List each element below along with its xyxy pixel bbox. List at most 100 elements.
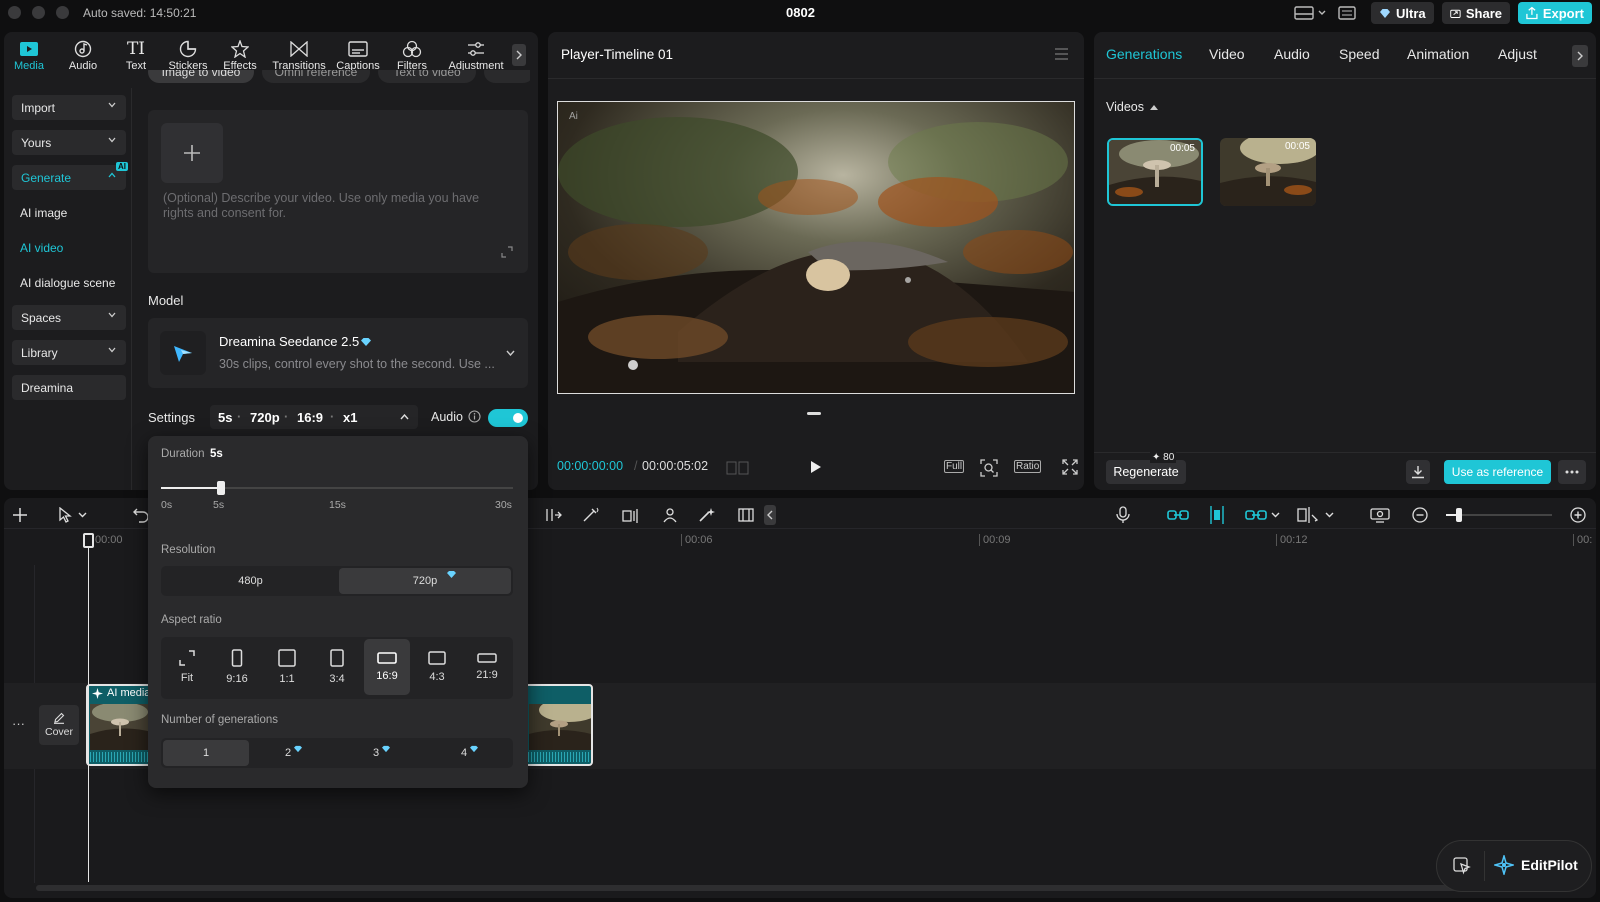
thumbnail-mode-icon[interactable] [1370, 507, 1390, 523]
ai-enhance-icon[interactable] [698, 507, 716, 523]
pointer-select-icon[interactable] [1453, 857, 1471, 875]
linkage-icon[interactable] [1245, 505, 1281, 525]
toolbar-audio[interactable]: Audio [57, 38, 109, 76]
tab-more[interactable] [484, 70, 530, 83]
video-preview[interactable]: Ai [557, 101, 1075, 394]
generation-thumb-1[interactable]: 00:05 [1107, 138, 1203, 206]
toolbar-scroll-right[interactable] [512, 44, 526, 66]
settings-summary[interactable]: 5s · 720p · 16:9 · x1 [210, 405, 418, 429]
aspect-3-4[interactable]: 3:4 [314, 639, 360, 695]
preview-axis-icon[interactable] [1297, 505, 1335, 525]
magnet-snap-icon[interactable] [1206, 505, 1228, 525]
sidebar-yours[interactable]: Yours [12, 130, 126, 155]
timeline-scrollbar[interactable] [36, 885, 1546, 891]
add-track-icon[interactable] [12, 507, 28, 523]
expand-icon[interactable] [501, 246, 513, 258]
info-icon[interactable] [468, 410, 481, 423]
freeze-frame-icon[interactable] [738, 507, 754, 523]
zoom-slider-thumb[interactable] [1456, 508, 1462, 522]
duration-slider[interactable] [161, 481, 513, 495]
audio-toggle[interactable] [488, 409, 528, 427]
generations-3[interactable]: 3 [339, 740, 425, 766]
ratio-button[interactable]: Ratio [1014, 460, 1042, 473]
person-cutout-icon[interactable] [661, 507, 679, 523]
aspect-9-16[interactable]: 9:16 [214, 639, 260, 695]
magic-wand-icon[interactable] [582, 507, 600, 523]
export-button[interactable]: Export [1518, 2, 1592, 24]
tab-text-to-video[interactable]: Text to video [378, 70, 476, 83]
playhead-handle[interactable] [83, 533, 94, 548]
timecode-format-icon[interactable] [726, 461, 750, 475]
link-track-icon[interactable] [1167, 509, 1189, 521]
zoom-out-icon[interactable] [1412, 507, 1428, 523]
zoom-in-icon[interactable] [1570, 507, 1586, 523]
tab-video[interactable]: Video [1209, 46, 1245, 62]
prompt-input[interactable]: (Optional) Describe your video. Use only… [163, 191, 513, 221]
audio-split-icon[interactable] [622, 507, 640, 523]
full-quality-button[interactable]: Full [944, 460, 965, 473]
settings-count: x1 [343, 410, 358, 425]
share-button[interactable]: Share [1442, 2, 1510, 24]
tab-animation[interactable]: Animation [1407, 46, 1469, 62]
resolution-480p[interactable]: 480p [163, 568, 338, 594]
close-window-dot[interactable] [8, 6, 21, 19]
aspect-21-9[interactable]: 21:9 [464, 639, 510, 695]
duration-slider-thumb[interactable] [217, 481, 225, 495]
collapse-toolbar-button[interactable] [764, 505, 776, 525]
tabs-scroll-right[interactable] [1572, 45, 1588, 67]
regenerate-button[interactable]: Regenerate [1106, 460, 1186, 484]
download-button[interactable] [1406, 460, 1430, 484]
timeline-zoom-slider[interactable] [1446, 508, 1552, 522]
minimize-window-dot[interactable] [32, 6, 45, 19]
generations-1[interactable]: 1 [163, 740, 249, 766]
play-icon[interactable] [810, 460, 822, 474]
sidebar-ai-dialogue[interactable]: AI dialogue scene [20, 276, 115, 290]
tab-generations[interactable]: Generations [1106, 46, 1182, 62]
tab-image-to-video[interactable]: Image to video [148, 70, 254, 83]
more-options-button[interactable] [1558, 460, 1586, 484]
project-name[interactable]: 0802 [786, 5, 815, 20]
generations-4[interactable]: 4 [427, 740, 513, 766]
sidebar-ai-video[interactable]: AI video [20, 241, 63, 255]
add-media-button[interactable] [161, 123, 223, 183]
sidebar-library[interactable]: Library [12, 340, 126, 365]
sidebar-import[interactable]: Import [12, 95, 126, 120]
caret-up-icon[interactable] [1150, 105, 1158, 110]
aspect-4-3[interactable]: 4:3 [414, 639, 460, 695]
sidebar-spaces[interactable]: Spaces [12, 305, 126, 330]
layout-icon[interactable] [1294, 6, 1328, 20]
ultra-button[interactable]: Ultra [1371, 2, 1434, 24]
resolution-720p[interactable]: 720p [339, 568, 511, 594]
split-icon[interactable] [546, 507, 562, 523]
aspect-fit[interactable]: Fit [164, 639, 210, 695]
use-as-reference-button[interactable]: Use as reference [1444, 460, 1551, 484]
cover-button[interactable]: Cover [39, 705, 79, 745]
tab-omni-reference[interactable]: Omni reference [262, 70, 370, 83]
microphone-icon[interactable] [1116, 506, 1130, 524]
sidebar-ai-image[interactable]: AI image [20, 206, 67, 220]
drag-handle[interactable] [807, 412, 821, 415]
settings-resolution: 720p [250, 410, 280, 425]
editpilot-button[interactable]: EditPilot [1494, 855, 1578, 875]
sidebar-generate[interactable]: Generate [12, 165, 126, 190]
select-tool-icon[interactable] [58, 507, 88, 523]
menu-icon[interactable] [1054, 48, 1069, 60]
sidebar-label: Import [21, 100, 56, 115]
zoom-fit-icon[interactable] [980, 459, 998, 477]
sidebar-dreamina[interactable]: Dreamina [12, 375, 126, 400]
tab-adjust[interactable]: Adjust [1498, 46, 1537, 62]
premium-diamond-icon [470, 745, 479, 753]
export-label: Export [1542, 5, 1584, 21]
shortcuts-icon[interactable] [1338, 6, 1356, 20]
tab-speed[interactable]: Speed [1339, 46, 1379, 62]
track-options-icon[interactable]: ··· [12, 716, 25, 731]
generations-2[interactable]: 2 [251, 740, 337, 766]
fullscreen-icon[interactable] [1062, 459, 1078, 475]
undo-icon[interactable] [133, 507, 149, 523]
tab-audio[interactable]: Audio [1274, 46, 1310, 62]
toolbar-media[interactable]: Media [3, 38, 55, 76]
maximize-window-dot[interactable] [56, 6, 69, 19]
aspect-1-1[interactable]: 1:1 [264, 639, 310, 695]
generation-thumb-2[interactable]: 00:05 [1220, 138, 1316, 206]
aspect-16-9[interactable]: 16:9 [364, 639, 410, 695]
